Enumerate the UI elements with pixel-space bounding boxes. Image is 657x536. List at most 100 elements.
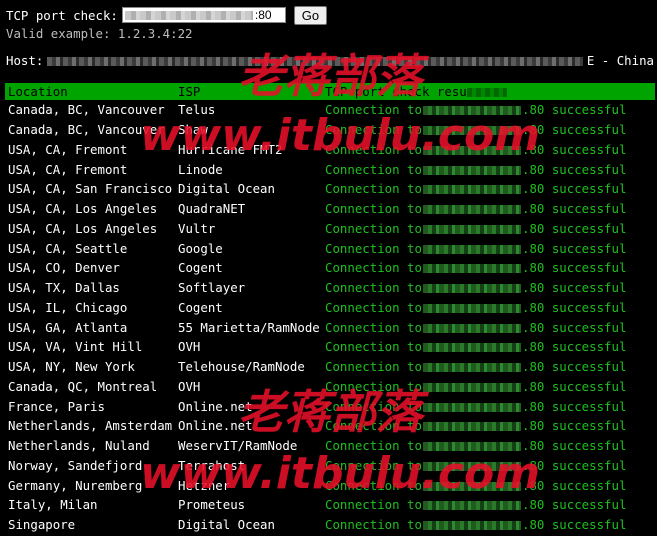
- cell-isp: OVH: [178, 339, 201, 355]
- result-prefix: Connection to: [325, 517, 422, 533]
- result-prefix: Connection to: [325, 299, 422, 315]
- result-port-status: .80 successful: [521, 220, 627, 236]
- cell-result: Connection to .80 successful: [322, 416, 655, 436]
- cell-isp: Digital Ocean: [178, 517, 275, 533]
- cell-location: USA, CA, San Francisco: [8, 181, 173, 197]
- table-row: Netherlands, Amsterdam Online.net Connecti…: [5, 416, 655, 436]
- host-line: Host: E - China: [6, 53, 654, 69]
- redacted-ip: [422, 402, 521, 412]
- cell-location: USA, CA, Los Angeles: [8, 201, 158, 217]
- table-row: USA, CA, Fremont Linode Connection to .80 s…: [5, 159, 655, 179]
- result-port-status: .80 successful: [521, 497, 627, 513]
- redacted-ip: [422, 126, 521, 136]
- result-port-status: .80 successful: [521, 359, 627, 375]
- table-row: Norway, Sandefjord Terrahost Connection to…: [5, 456, 655, 476]
- result-prefix: Connection to: [325, 339, 422, 355]
- table-row: Canada, QC, Montreal OVH Connection to .80 …: [5, 377, 655, 397]
- result-port-status: .80 successful: [521, 398, 627, 414]
- cell-result: Connection to .80 successful: [322, 515, 655, 535]
- table-row: USA, NY, New York Telehouse/RamNode Connec…: [5, 357, 655, 377]
- cell-location: Canada, BC, Vancouver: [8, 122, 165, 138]
- cell-location: USA, CO, Denver: [8, 260, 120, 276]
- result-prefix: Connection to: [325, 240, 422, 256]
- result-port-status: .80 successful: [521, 201, 627, 217]
- cell-result: Connection to .80 successful: [322, 159, 655, 179]
- table-row: USA, CA, Los Angeles Vultr Connection to .8…: [5, 219, 655, 239]
- result-prefix: Connection to: [325, 457, 422, 473]
- result-prefix: Connection to: [325, 378, 422, 394]
- result-port-status: .80 successful: [521, 260, 627, 276]
- cell-isp: Prometeus: [178, 497, 246, 513]
- cell-isp: WeservIT/RamNode: [178, 438, 298, 454]
- table-row: Netherlands, Nuland WeservIT/RamNode Conne…: [5, 436, 655, 456]
- cell-location: USA, CA, Los Angeles: [8, 220, 158, 236]
- cell-result: Connection to .80 successful: [322, 456, 655, 476]
- cell-result: Connection to .80 successful: [322, 219, 655, 239]
- result-port-status: .80 successful: [521, 378, 627, 394]
- go-button[interactable]: Go: [293, 5, 327, 25]
- result-port-status: .80 successful: [521, 477, 627, 493]
- result-prefix: Connection to: [325, 260, 422, 276]
- cell-result: Connection to .80 successful: [322, 179, 655, 199]
- cell-location: USA, CA, Fremont: [8, 161, 128, 177]
- redacted-ip: [422, 145, 521, 155]
- form-label: TCP port check:: [6, 7, 118, 23]
- host-port-input[interactable]: :80: [121, 7, 286, 23]
- cell-isp: Telus: [178, 102, 216, 118]
- result-port-status: .80 successful: [521, 517, 627, 533]
- result-port-status: .80 successful: [521, 339, 627, 355]
- table-row: USA, CA, San Francisco Digital Ocean Conne…: [5, 179, 655, 199]
- result-port-status: .80 successful: [521, 141, 627, 157]
- redacted-ip: [422, 264, 521, 274]
- cell-location: Singapore: [8, 517, 76, 533]
- result-prefix: Connection to: [325, 280, 422, 296]
- redacted-header-part: [466, 88, 507, 97]
- redacted-ip: [422, 343, 521, 353]
- table-row: USA, VA, Vint Hill OVH Connection to .80 su…: [5, 337, 655, 357]
- result-port-status: .80 successful: [521, 240, 627, 256]
- cell-result: Connection to .80 successful: [322, 140, 655, 160]
- cell-result: Connection to .80 successful: [322, 278, 655, 298]
- cell-result: Connection to .80 successful: [322, 495, 655, 515]
- redacted-ip: [422, 442, 521, 452]
- cell-location: USA, VA, Vint Hill: [8, 339, 143, 355]
- table-row: USA, CA, Los Angeles QuadraNET Connection …: [5, 199, 655, 219]
- table-row: Singapore Digital Ocean Connection to .80 s…: [5, 515, 655, 535]
- cell-result: Connection to .80 successful: [322, 317, 655, 337]
- table-body: Canada, BC, Vancouver Telus Connection to.…: [5, 100, 655, 535]
- table-row: USA, GA, Atlanta 55 Marietta/RamNode Conne…: [5, 317, 655, 337]
- result-port-status: .80 successful: [521, 418, 627, 434]
- cell-location: USA, GA, Atlanta: [8, 319, 128, 335]
- redacted-ip: [422, 303, 521, 313]
- header-result-text: TCP port check resu: [325, 84, 467, 99]
- cell-result: Connection to .80 successful: [322, 377, 655, 397]
- redacted-ip: [422, 382, 521, 392]
- cell-location: Italy, Milan: [8, 497, 98, 513]
- check-form: TCP port check: :80 Go Valid example: 1.…: [6, 5, 327, 42]
- redacted-ip: [422, 224, 521, 234]
- redacted-host-info: [47, 57, 606, 66]
- host-label: Host:: [6, 53, 44, 68]
- table-row: Italy, Milan Prometeus Connection to .80 su…: [5, 495, 655, 515]
- table-row: USA, CO, Denver Cogent Connection to .80 su…: [5, 258, 655, 278]
- cell-result: Connection to .80 successful: [322, 238, 655, 258]
- redacted-ip: [422, 284, 521, 294]
- result-prefix: Connection to: [325, 161, 422, 177]
- redacted-ip: [422, 106, 521, 116]
- result-prefix: Connection to: [325, 220, 422, 236]
- cell-result: Connection to .80 successful: [322, 337, 655, 357]
- cell-location: USA, CA, Fremont: [8, 141, 128, 157]
- redacted-ip: [422, 363, 521, 373]
- cell-location: Canada, BC, Vancouver: [8, 102, 165, 118]
- redacted-ip: [422, 205, 521, 215]
- result-port-status: .80 successful: [521, 280, 627, 296]
- result-prefix: Connection to: [325, 102, 422, 118]
- cell-isp: Cogent: [178, 299, 223, 315]
- result-port-status: .80 successful: [521, 457, 627, 473]
- cell-result: Connection to .80 successful: [322, 396, 655, 416]
- result-prefix: Connection to: [325, 319, 422, 335]
- result-port-status: .80 successful: [521, 299, 627, 315]
- header-location: Location: [5, 83, 175, 100]
- result-port-status: .80 successful: [521, 438, 627, 454]
- redacted-ip: [422, 185, 521, 195]
